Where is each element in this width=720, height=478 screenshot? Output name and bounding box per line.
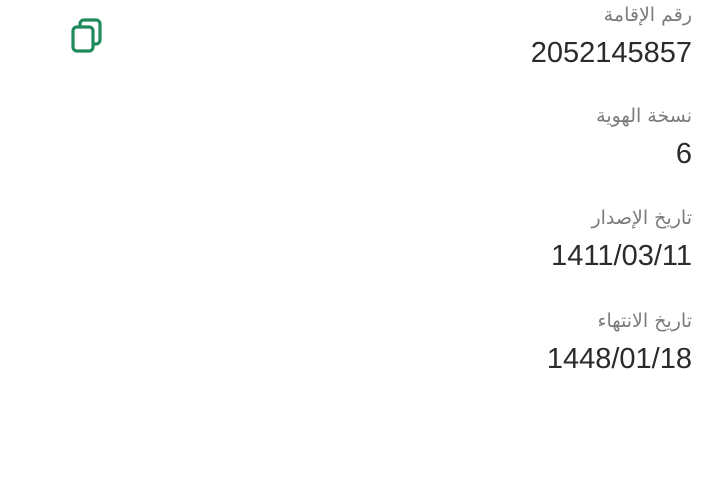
iqama-number-label: رقم الإقامة — [603, 4, 692, 26]
expiry-date-label: تاريخ الانتهاء — [597, 310, 692, 332]
expiry-date-value: 1448/01/18 — [546, 343, 692, 375]
id-version-field: نسخة الهوية 6 — [596, 104, 692, 172]
copy-button[interactable] — [66, 14, 108, 58]
iqama-number-value: 2052145857 — [530, 37, 692, 69]
expiry-date-field: تاريخ الانتهاء 1448/01/18 — [547, 309, 692, 377]
id-version-value: 6 — [675, 138, 692, 170]
copy-icon — [71, 18, 102, 53]
iqama-number-field: رقم الإقامة 2052145857 — [531, 3, 692, 71]
issue-date-value: 1411/03/11 — [551, 240, 692, 272]
issue-date-field: تاريخ الإصدار 1411/03/11 — [551, 206, 692, 274]
id-version-label: نسخة الهوية — [596, 105, 692, 127]
issue-date-label: تاريخ الإصدار — [591, 207, 692, 229]
